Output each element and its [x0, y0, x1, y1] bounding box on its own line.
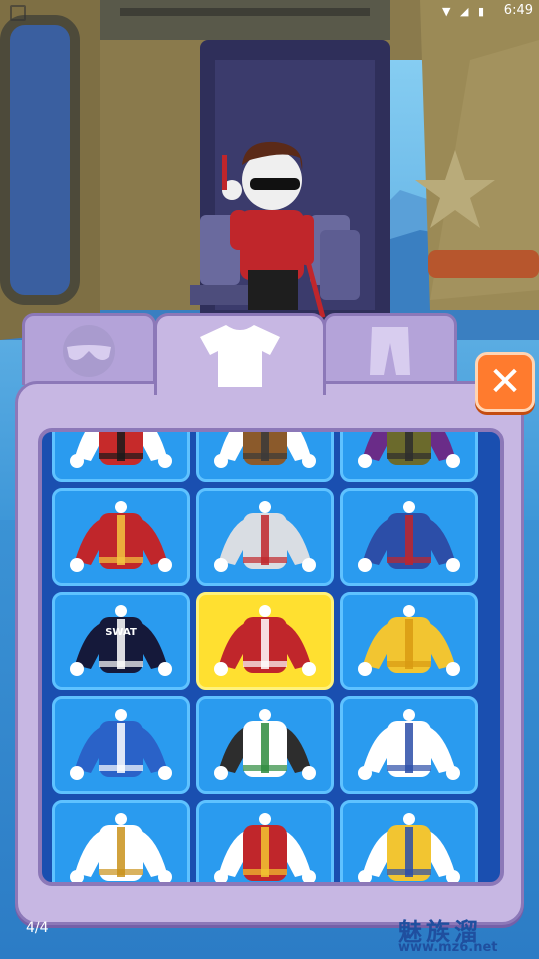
outfit-item-tattoo-vest[interactable] [52, 800, 190, 882]
outfit-shirt-icon [358, 501, 460, 572]
status-time: 6:49 [503, 3, 533, 18]
outfit-item-blue-track[interactable] [52, 696, 190, 794]
outfit-item-iron-suit[interactable] [52, 488, 190, 586]
outfit-item-captain-suit[interactable] [340, 488, 478, 586]
outfit-shirt-icon [70, 813, 172, 882]
sunglasses-icon [63, 324, 115, 377]
page-indicator: 4/4 [26, 920, 49, 936]
outfit-shirt-icon [70, 432, 172, 468]
outfit-item-olive-purple[interactable] [340, 432, 478, 482]
outfit-shirt-icon [358, 709, 460, 780]
close-button[interactable]: ✕ [475, 352, 535, 412]
status-bar: ▼ ◢ ▮ 6:49 [0, 0, 539, 24]
close-icon: ✕ [488, 359, 522, 405]
tab-shirts[interactable] [154, 313, 326, 395]
outfit-item-red-vest[interactable] [52, 432, 190, 482]
pants-icon [370, 326, 410, 375]
outfit-shirt-icon [70, 709, 172, 780]
outfit-item-sailor-top[interactable] [340, 696, 478, 794]
signal-icons: ▼ ◢ ▮ [442, 5, 487, 18]
notification-icon [10, 5, 26, 21]
outfit-shirt-icon: SWAT [70, 605, 172, 676]
tshirt-icon [200, 324, 280, 387]
tab-glasses[interactable] [22, 313, 156, 385]
outfit-item-yellow-tank[interactable] [340, 800, 478, 882]
outfit-shirt-icon [214, 605, 316, 676]
watermark-url: www.mz6.net [398, 940, 498, 955]
outfit-item-brown-utility[interactable] [196, 432, 334, 482]
outfit-item-red-open-vest[interactable] [196, 800, 334, 882]
outfit-item-red-jacket[interactable] [196, 592, 334, 690]
outfit-shirt-icon [214, 709, 316, 780]
outfit-label: SWAT [105, 627, 137, 638]
game-scene: ▼ ◢ ▮ 6:49 ✕ SWAT 4/4 魅族溜 www.mz6.net [0, 0, 539, 959]
outfit-item-wrestler-belt[interactable] [196, 696, 334, 794]
outfit-grid: SWAT [52, 432, 478, 882]
outfit-shirt-icon [214, 432, 316, 468]
outfit-shirt-icon [70, 501, 172, 572]
outfit-item-silver-jacket[interactable] [196, 488, 334, 586]
outfit-shirt-icon [358, 813, 460, 882]
outfit-shirt-icon [358, 432, 460, 468]
outfit-shirt-icon [214, 501, 316, 572]
tab-pants[interactable] [323, 313, 457, 385]
outfit-item-yellow-hoodie[interactable] [340, 592, 478, 690]
outfit-grid-container[interactable]: SWAT [38, 428, 504, 886]
outfit-item-swat-vest[interactable]: SWAT [52, 592, 190, 690]
outfit-shirt-icon [214, 813, 316, 882]
outfit-shirt-icon [358, 605, 460, 676]
